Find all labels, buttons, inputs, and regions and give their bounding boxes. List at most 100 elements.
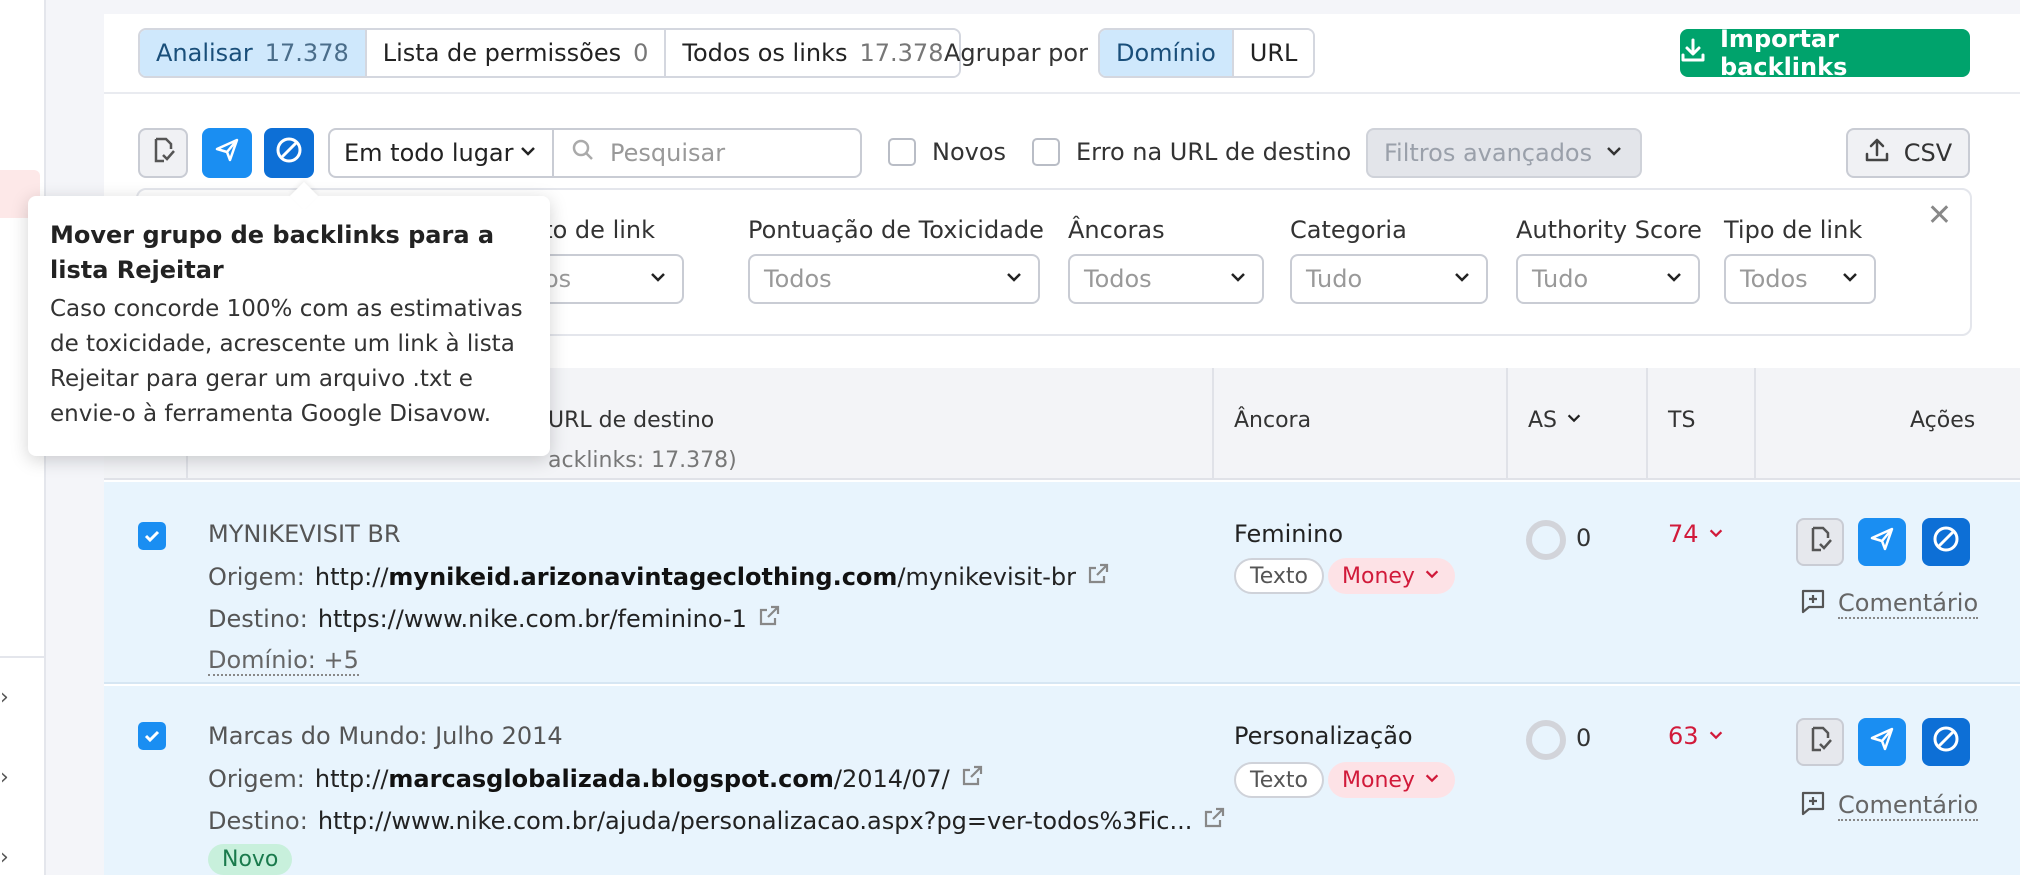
filter-link-type: Tipo de link Todos bbox=[1724, 216, 1876, 304]
comment-label: Comentário bbox=[1838, 589, 1979, 619]
column-header-ts[interactable]: TS bbox=[1668, 408, 1695, 433]
chevron-down-icon bbox=[1004, 265, 1024, 293]
group-by-toggle: Domínio URL bbox=[1098, 28, 1316, 78]
url-path: /mynikevisit-br bbox=[897, 563, 1076, 591]
chevron-down-icon bbox=[1228, 265, 1248, 293]
origin-label: Origem: bbox=[208, 563, 305, 591]
origin-url[interactable]: http://marcasglobalizada.blogspot.com/20… bbox=[315, 765, 950, 793]
filter-select[interactable]: Tudo bbox=[1290, 254, 1488, 304]
filter-select[interactable]: Todos bbox=[748, 254, 1040, 304]
chevron-right-icon[interactable]: › bbox=[0, 686, 16, 710]
advanced-filters-button[interactable]: Filtros avançados bbox=[1366, 128, 1642, 178]
move-to-whitelist-button[interactable] bbox=[138, 128, 188, 178]
authority-score-value: 0 bbox=[1576, 724, 1592, 752]
url-path: /2014/07/ bbox=[833, 765, 950, 793]
checkbox-box[interactable] bbox=[888, 138, 916, 166]
tab-todos-links[interactable]: Todos os links 17.378 bbox=[666, 30, 960, 76]
filter-select[interactable]: os bbox=[528, 254, 684, 304]
group-by-url[interactable]: URL bbox=[1233, 30, 1314, 76]
chevron-down-icon bbox=[1452, 265, 1472, 293]
filter-label: uto de link bbox=[528, 216, 656, 244]
destination-line: Destino: http://www.nike.com.br/ajuda/pe… bbox=[208, 806, 1226, 836]
url-prefix: http:// bbox=[314, 563, 389, 591]
filter-select[interactable]: Tudo bbox=[1516, 254, 1700, 304]
toxicity-score[interactable]: 63 bbox=[1668, 722, 1725, 750]
filter-select[interactable]: Todos bbox=[1068, 254, 1264, 304]
chevron-down-icon bbox=[648, 265, 668, 293]
column-header-as[interactable]: AS bbox=[1528, 408, 1583, 433]
tab-label: Todos os links bbox=[682, 39, 848, 67]
external-link-icon[interactable] bbox=[757, 604, 781, 634]
toolbar: Em todo lugar Pesquisar Novos Erro na UR… bbox=[104, 128, 2020, 180]
toxicity-score[interactable]: 74 bbox=[1668, 520, 1725, 548]
export-csv-button[interactable]: CSV bbox=[1846, 128, 1970, 178]
filter-select[interactable]: Todos bbox=[1724, 254, 1876, 304]
column-header-anchor[interactable]: Âncora bbox=[1234, 408, 1311, 433]
filter-authority-score: Authority Score Tudo bbox=[1516, 216, 1702, 304]
tab-count: 17.378 bbox=[859, 39, 944, 67]
domain-more-link[interactable]: Domínio: +5 bbox=[208, 646, 359, 676]
backlink-title: MYNIKEVISIT BR bbox=[208, 520, 401, 548]
column-header-target-url[interactable]: URL de destino bbox=[548, 408, 714, 433]
chevron-down-icon bbox=[1565, 408, 1583, 433]
search-icon bbox=[570, 137, 596, 169]
chevron-down-icon bbox=[1664, 265, 1684, 293]
chevron-down-icon bbox=[1707, 722, 1725, 750]
move-to-disavow-button[interactable] bbox=[264, 128, 314, 178]
remove-action-button[interactable] bbox=[1858, 718, 1906, 766]
remove-action-button[interactable] bbox=[1858, 518, 1906, 566]
top-bar: Analisar 17.378 Lista de permissões 0 To… bbox=[104, 14, 2020, 94]
group-by-label: Agrupar por bbox=[944, 39, 1088, 67]
disavow-action-button[interactable] bbox=[1922, 518, 1970, 566]
new-badge: Novo bbox=[208, 844, 293, 875]
column-header-label: AS bbox=[1528, 408, 1558, 433]
group-by-domain[interactable]: Domínio bbox=[1100, 30, 1234, 76]
paper-plane-icon bbox=[213, 136, 241, 170]
whitelist-action-button[interactable] bbox=[1796, 518, 1844, 566]
filter-category: Categoria Tudo bbox=[1290, 216, 1488, 304]
destination-label: Destino: bbox=[208, 807, 308, 835]
import-backlinks-button[interactable]: Importar backlinks bbox=[1680, 25, 1970, 81]
anchor-category-tag[interactable]: Money bbox=[1328, 558, 1455, 594]
comment-button[interactable]: Comentário bbox=[1800, 790, 1979, 822]
send-to-remove-button[interactable] bbox=[202, 128, 252, 178]
comment-button[interactable]: Comentário bbox=[1800, 588, 1979, 620]
authority-score-value: 0 bbox=[1576, 524, 1592, 552]
table-row: MYNIKEVISIT BR Origem: http://mynikeid.a… bbox=[104, 482, 2020, 684]
filter-anchors: Âncoras Todos bbox=[1068, 216, 1264, 304]
destination-url[interactable]: http://www.nike.com.br/ajuda/personaliza… bbox=[318, 807, 1193, 835]
row-checkbox[interactable] bbox=[138, 722, 166, 750]
disavow-action-button[interactable] bbox=[1922, 718, 1970, 766]
row-checkbox[interactable] bbox=[138, 522, 166, 550]
close-icon[interactable]: ✕ bbox=[1927, 198, 1952, 233]
document-check-icon bbox=[149, 136, 177, 170]
chevron-right-icon[interactable]: › bbox=[0, 846, 16, 870]
location-select[interactable]: Em todo lugar bbox=[328, 128, 554, 178]
tab-lista-permissoes[interactable]: Lista de permissões 0 bbox=[366, 30, 667, 76]
external-link-icon[interactable] bbox=[1202, 806, 1226, 836]
anchor-text: Feminino bbox=[1234, 520, 1344, 548]
list-tabs: Analisar 17.378 Lista de permissões 0 To… bbox=[138, 28, 962, 78]
destination-url[interactable]: https://www.nike.com.br/feminino-1 bbox=[318, 605, 747, 633]
anchor-category-tag[interactable]: Money bbox=[1328, 762, 1455, 798]
chevron-down-icon bbox=[1707, 520, 1725, 548]
filter-value: Tudo bbox=[1306, 265, 1363, 293]
block-icon bbox=[1931, 524, 1961, 560]
link-type-tag: Texto bbox=[1234, 558, 1324, 594]
target-error-checkbox[interactable]: Erro na URL de destino bbox=[1032, 138, 1351, 166]
add-comment-icon bbox=[1800, 588, 1826, 620]
chevron-right-icon[interactable]: › bbox=[0, 766, 16, 790]
chevron-down-icon bbox=[1840, 265, 1860, 293]
checkbox-box[interactable] bbox=[1032, 138, 1060, 166]
external-link-icon[interactable] bbox=[1086, 562, 1110, 592]
block-icon bbox=[1931, 724, 1961, 760]
url-domain: mynikeid.arizonavintageclothing.com bbox=[388, 563, 898, 591]
paper-plane-icon bbox=[1868, 725, 1896, 759]
origin-url[interactable]: http://mynikeid.arizonavintageclothing.c… bbox=[315, 563, 1076, 591]
tab-analisar[interactable]: Analisar 17.378 bbox=[140, 30, 367, 76]
whitelist-action-button[interactable] bbox=[1796, 718, 1844, 766]
external-link-icon[interactable] bbox=[960, 764, 984, 794]
new-checkbox[interactable]: Novos bbox=[888, 138, 1006, 166]
search-input[interactable]: Pesquisar bbox=[552, 128, 862, 178]
filter-label: Categoria bbox=[1290, 216, 1407, 244]
